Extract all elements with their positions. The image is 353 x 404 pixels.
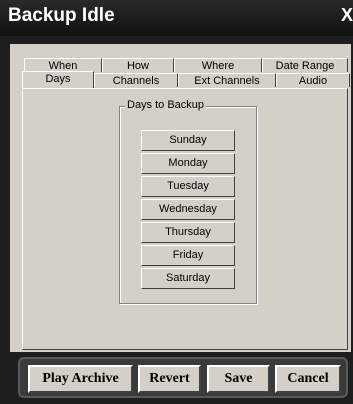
- day-button-monday[interactable]: Monday: [141, 153, 235, 174]
- days-group-label: Days to Backup: [125, 99, 207, 111]
- cancel-button[interactable]: Cancel: [275, 365, 341, 393]
- day-button-thursday[interactable]: Thursday: [141, 222, 235, 243]
- tab-where[interactable]: Where: [174, 58, 262, 72]
- day-button-sunday[interactable]: Sunday: [141, 130, 235, 151]
- backup-window: Backup Idle X When How Where Date Range …: [0, 0, 353, 404]
- title-bar[interactable]: Backup Idle X: [0, 0, 353, 36]
- tab-how[interactable]: How: [102, 58, 174, 72]
- day-button-tuesday[interactable]: Tuesday: [141, 176, 235, 197]
- tab-channels[interactable]: Channels: [94, 73, 178, 87]
- play-archive-button[interactable]: Play Archive: [28, 365, 133, 393]
- tab-audio[interactable]: Audio: [276, 73, 350, 87]
- tab-ext-channels[interactable]: Ext Channels: [178, 73, 276, 87]
- tab-when[interactable]: When: [24, 58, 102, 72]
- tab-row-front: Days Channels Ext Channels Audio: [22, 71, 350, 88]
- day-button-friday[interactable]: Friday: [141, 245, 235, 266]
- save-button[interactable]: Save: [207, 365, 270, 393]
- tab-days[interactable]: Days: [22, 71, 94, 88]
- close-icon[interactable]: X: [341, 5, 353, 26]
- tab-row-back: When How Where Date Range: [24, 58, 348, 72]
- tab-date-range[interactable]: Date Range: [262, 58, 348, 72]
- window-title: Backup Idle: [8, 5, 115, 26]
- revert-button[interactable]: Revert: [138, 365, 201, 393]
- day-button-wednesday[interactable]: Wednesday: [141, 199, 235, 220]
- day-button-saturday[interactable]: Saturday: [141, 268, 235, 289]
